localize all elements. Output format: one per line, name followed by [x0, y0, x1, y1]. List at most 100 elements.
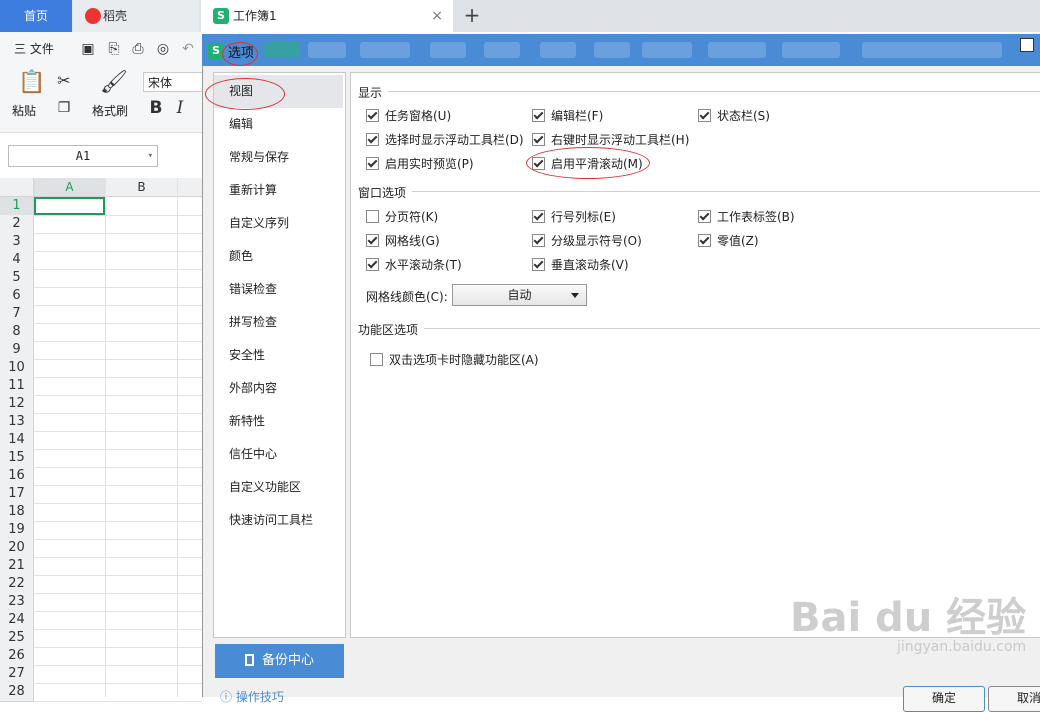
table-row[interactable] — [34, 359, 202, 378]
option-checkbox[interactable]: 双击选项卡时隐藏功能区(A) — [370, 351, 539, 368]
nav-item[interactable]: 安全性 — [214, 339, 343, 372]
row-header[interactable]: 26 — [0, 647, 34, 666]
table-row[interactable] — [34, 467, 202, 486]
row-header[interactable]: 11 — [0, 377, 34, 396]
table-row[interactable] — [34, 215, 202, 234]
option-checkbox[interactable]: 启用实时预览(P) — [366, 155, 474, 172]
row-header[interactable]: 1 — [0, 197, 34, 216]
nav-item[interactable]: 拼写检查 — [214, 306, 343, 339]
backup-center-button[interactable]: 备份中心 — [215, 644, 344, 678]
row-header[interactable]: 7 — [0, 305, 34, 324]
checkbox-box[interactable] — [366, 157, 379, 170]
table-row[interactable] — [34, 503, 202, 522]
table-row[interactable] — [34, 611, 202, 630]
undo-icon[interactable]: ↶ — [180, 41, 196, 57]
checkbox-box[interactable] — [370, 353, 383, 366]
nav-item[interactable]: 编辑 — [214, 108, 343, 141]
checkbox-box[interactable] — [698, 109, 711, 122]
checkbox-box[interactable] — [532, 210, 545, 223]
option-checkbox[interactable]: 分级显示符号(O) — [532, 232, 642, 249]
option-checkbox[interactable]: 零值(Z) — [698, 232, 759, 249]
option-checkbox[interactable]: 行号列标(E) — [532, 208, 616, 225]
format-painter-icon[interactable]: 🖌 — [100, 70, 128, 95]
option-checkbox[interactable]: 分页符(K) — [366, 208, 438, 225]
nav-item[interactable]: 颜色 — [214, 240, 343, 273]
cut-icon[interactable]: ✂ — [56, 73, 72, 89]
print-preview-icon[interactable]: ◎ — [155, 41, 171, 57]
option-checkbox[interactable]: 选择时显示浮动工具栏(D) — [366, 131, 524, 148]
checkbox-box[interactable] — [366, 210, 379, 223]
table-row[interactable] — [34, 575, 202, 594]
ok-button[interactable]: 确定 — [903, 686, 985, 712]
row-header[interactable]: 10 — [0, 359, 34, 378]
nav-item[interactable]: 外部内容 — [214, 372, 343, 405]
row-header[interactable]: 3 — [0, 233, 34, 252]
row-header[interactable]: 12 — [0, 395, 34, 414]
checkbox-box[interactable] — [532, 109, 545, 122]
nav-item[interactable]: 自定义序列 — [214, 207, 343, 240]
file-menu-button[interactable]: 三 文件 — [14, 40, 54, 57]
format-painter-label[interactable]: 格式刷 — [92, 102, 128, 119]
table-row[interactable] — [34, 557, 202, 576]
option-checkbox[interactable]: 工作表标签(B) — [698, 208, 795, 225]
option-checkbox[interactable]: 编辑栏(F) — [532, 107, 603, 124]
checkbox-box[interactable] — [698, 210, 711, 223]
row-header[interactable]: 27 — [0, 665, 34, 684]
row-header[interactable]: 28 — [0, 683, 34, 702]
row-header[interactable]: 17 — [0, 485, 34, 504]
option-checkbox[interactable]: 网格线(G) — [366, 232, 440, 249]
column-header-a[interactable]: A — [34, 178, 106, 197]
row-header[interactable]: 22 — [0, 575, 34, 594]
selected-cell-a1[interactable] — [34, 197, 105, 215]
row-header[interactable]: 6 — [0, 287, 34, 306]
checkbox-box[interactable] — [366, 109, 379, 122]
row-header[interactable]: 8 — [0, 323, 34, 342]
dialog-title-bar[interactable]: S 选项 — [202, 34, 1040, 66]
table-row[interactable] — [34, 377, 202, 396]
nav-item[interactable]: 自定义功能区 — [214, 471, 343, 504]
table-row[interactable] — [34, 413, 202, 432]
option-checkbox[interactable]: 垂直滚动条(V) — [532, 256, 629, 273]
grid-color-select[interactable]: 自动 — [452, 284, 587, 306]
table-row[interactable] — [34, 323, 202, 342]
option-checkbox[interactable]: 状态栏(S) — [698, 107, 770, 124]
bold-button[interactable]: B — [148, 100, 164, 117]
row-header[interactable]: 24 — [0, 611, 34, 630]
option-checkbox[interactable]: 右键时显示浮动工具栏(H) — [532, 131, 689, 148]
row-header[interactable]: 25 — [0, 629, 34, 648]
row-header[interactable]: 2 — [0, 215, 34, 234]
tab-close-icon[interactable]: × — [431, 0, 443, 32]
table-row[interactable] — [34, 647, 202, 666]
name-box[interactable]: A1 ▾ — [8, 145, 158, 167]
save-icon[interactable]: ▣ — [80, 41, 96, 57]
paste-label[interactable]: 粘贴 — [12, 102, 36, 119]
row-header[interactable]: 19 — [0, 521, 34, 540]
table-row[interactable] — [34, 665, 202, 684]
table-row[interactable] — [34, 395, 202, 414]
select-all-corner[interactable] — [0, 178, 34, 197]
export-pdf-icon[interactable]: ⎘ — [106, 41, 122, 57]
option-checkbox[interactable]: 水平滚动条(T) — [366, 256, 462, 273]
row-header[interactable]: 13 — [0, 413, 34, 432]
row-header[interactable]: 16 — [0, 467, 34, 486]
table-row[interactable] — [34, 305, 202, 324]
table-row[interactable] — [34, 449, 202, 468]
row-header[interactable]: 18 — [0, 503, 34, 522]
cancel-button[interactable]: 取消 — [988, 686, 1040, 712]
checkbox-box[interactable] — [532, 258, 545, 271]
checkbox-box[interactable] — [366, 234, 379, 247]
row-header[interactable]: 4 — [0, 251, 34, 270]
row-header[interactable]: 5 — [0, 269, 34, 288]
tab-daoke[interactable]: 稻壳 — [73, 0, 199, 32]
chevron-down-icon[interactable]: ▾ — [148, 146, 153, 166]
table-row[interactable] — [34, 233, 202, 252]
dialog-close-icon[interactable] — [1020, 38, 1034, 52]
nav-item[interactable]: 快速访问工具栏 — [214, 504, 343, 537]
table-row[interactable] — [34, 521, 202, 540]
nav-item[interactable]: 新特性 — [214, 405, 343, 438]
table-row[interactable] — [34, 269, 202, 288]
nav-item[interactable]: 错误检查 — [214, 273, 343, 306]
spreadsheet-grid[interactable]: A B 1 2 3 4 5 6 7 8 9 10 11 12 13 14 15 16 17 18 19 20 21 22 2… — [0, 178, 208, 702]
italic-button[interactable]: I — [172, 100, 188, 117]
paste-icon[interactable]: 📋 — [18, 70, 45, 95]
